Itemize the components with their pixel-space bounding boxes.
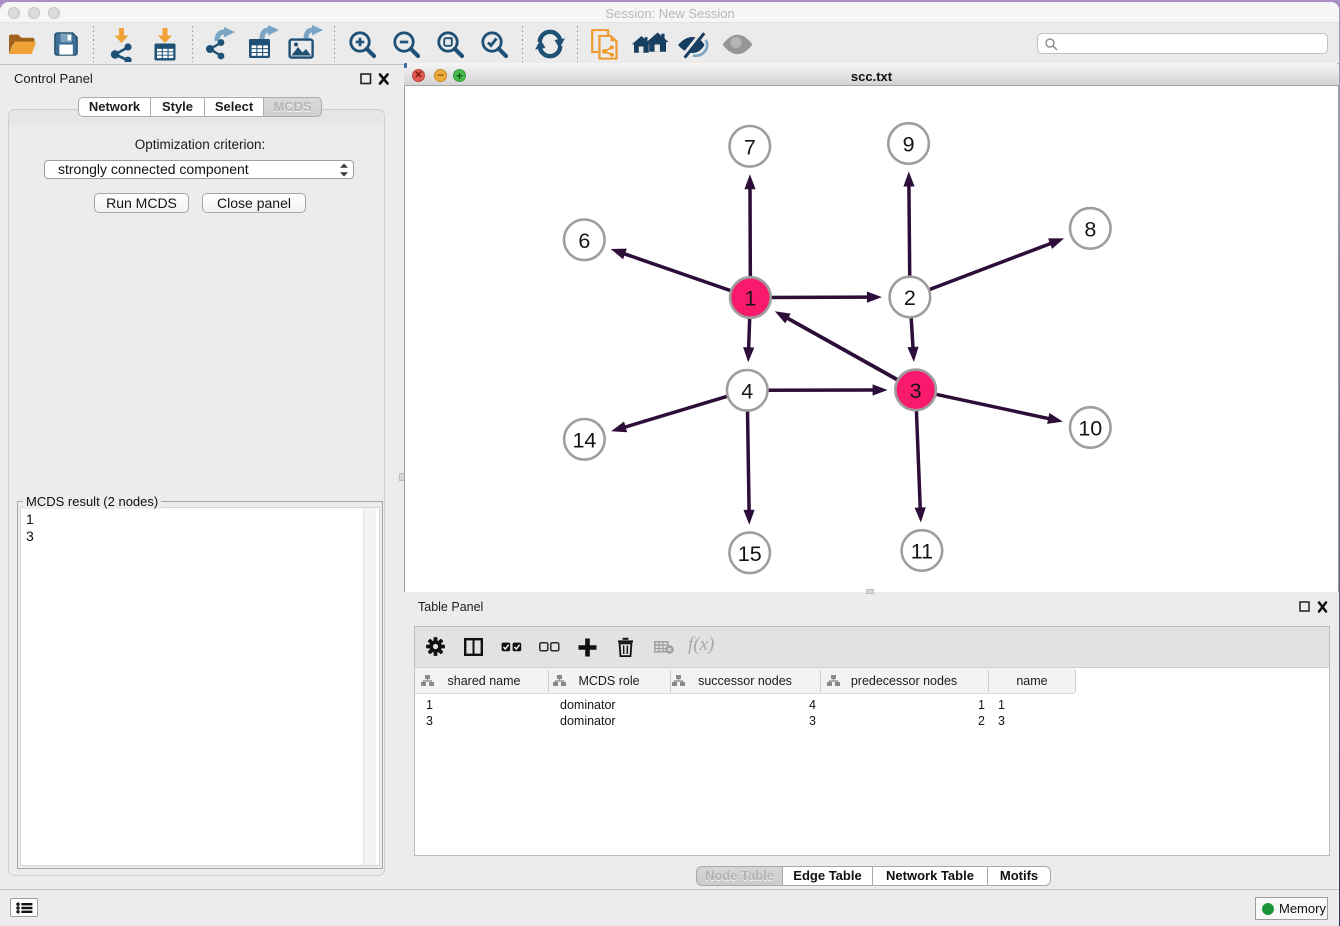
svg-text:9: 9: [903, 133, 915, 157]
svg-text:6: 6: [578, 229, 590, 253]
svg-text:14: 14: [572, 428, 596, 452]
svg-text:8: 8: [1084, 217, 1096, 241]
svg-text:7: 7: [744, 135, 756, 159]
svg-text:10: 10: [1078, 417, 1102, 441]
svg-text:4: 4: [741, 379, 753, 403]
svg-text:11: 11: [911, 540, 933, 564]
svg-text:3: 3: [910, 379, 922, 403]
svg-text:15: 15: [738, 542, 762, 566]
svg-text:1: 1: [744, 287, 756, 311]
svg-text:2: 2: [904, 286, 916, 310]
